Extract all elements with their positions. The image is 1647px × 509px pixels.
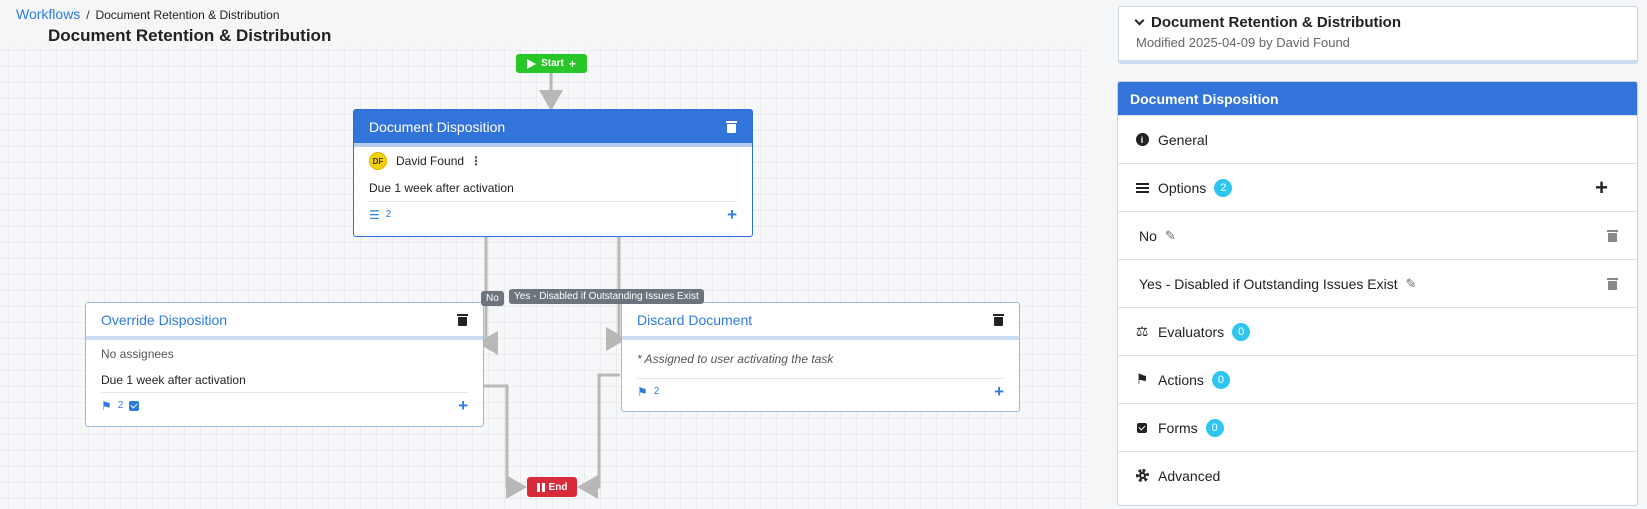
check-icon	[129, 400, 140, 411]
task-card-document-disposition[interactable]: Document Disposition DF David Found ⋮ Du…	[353, 109, 753, 237]
plus-icon[interactable]: +	[569, 57, 576, 71]
add-button[interactable]: +	[727, 206, 737, 223]
card-footer: ☰ 2 +	[369, 201, 737, 227]
forms-count-badge: 0	[1205, 418, 1224, 437]
section-advanced[interactable]: Advanced	[1118, 451, 1637, 499]
assignee-row: DF David Found ⋮	[369, 147, 737, 175]
card-title: Document Disposition	[369, 118, 506, 135]
option-label: Yes - Disabled if Outstanding Issues Exi…	[1139, 275, 1398, 292]
info-icon: i	[1135, 133, 1149, 146]
pause-icon	[536, 482, 545, 492]
evaluators-count-badge: 0	[1232, 322, 1251, 341]
pencil-icon[interactable]: ✎	[1406, 276, 1417, 292]
workflow-editor: Workflows / Document Retention & Distrib…	[0, 0, 1647, 509]
panel-title: Document Disposition	[1118, 82, 1637, 115]
task-properties-panel: Document Disposition i General Options 2…	[1117, 81, 1638, 506]
workflow-info-panel: Document Retention & Distribution Modifi…	[1118, 6, 1638, 64]
assignees-text: No assignees	[101, 347, 174, 361]
workflow-modified: Modified 2025-04-09 by David Found	[1136, 35, 1350, 50]
section-label: Options	[1158, 179, 1207, 196]
avatar: DF	[369, 152, 387, 170]
trash-icon[interactable]	[726, 120, 737, 133]
section-evaluators[interactable]: ⚖ Evaluators 0	[1118, 307, 1637, 355]
edge-label-yes[interactable]: Yes - Disabled if Outstanding Issues Exi…	[509, 289, 704, 304]
page-title: Document Retention & Distribution	[48, 26, 332, 45]
breadcrumb: Workflows / Document Retention & Distrib…	[16, 6, 280, 22]
add-button[interactable]: +	[458, 397, 468, 414]
section-options[interactable]: Options 2 +	[1118, 163, 1637, 211]
start-label: Start	[541, 58, 564, 69]
card-title: Discard Document	[637, 311, 753, 328]
trash-icon[interactable]	[993, 313, 1004, 326]
trash-icon[interactable]	[457, 313, 468, 326]
task-card-override-disposition[interactable]: Override Disposition No assignees Due 1 …	[85, 302, 484, 427]
section-label: Evaluators	[1158, 323, 1225, 340]
add-option-button[interactable]: +	[1595, 176, 1608, 199]
card-footer: ⚑ 2 +	[637, 378, 1004, 404]
flags-indicator[interactable]: ⚑ 2	[101, 398, 140, 413]
section-general[interactable]: i General	[1118, 115, 1637, 163]
due-text: Due 1 week after activation	[101, 373, 246, 387]
flag-icon: ⚑	[1135, 371, 1149, 387]
trash-icon[interactable]	[1607, 229, 1618, 242]
options-indicator[interactable]: ☰ 2	[369, 208, 391, 222]
breadcrumb-current: Document Retention & Distribution	[95, 8, 280, 22]
list-icon	[1135, 182, 1149, 193]
flag-icon: ⚑	[637, 384, 648, 399]
flag-icon: ⚑	[101, 398, 112, 413]
card-header: Document Disposition	[354, 110, 752, 147]
start-node[interactable]: Start +	[516, 54, 587, 73]
kebab-menu-icon[interactable]: ⋮	[470, 154, 482, 168]
check-icon	[1137, 422, 1147, 433]
chevron-down-icon[interactable]	[1134, 15, 1145, 26]
option-label: No	[1139, 227, 1157, 244]
section-label: Forms	[1158, 419, 1198, 436]
flags-indicator[interactable]: ⚑ 2	[637, 385, 659, 399]
section-label: Actions	[1158, 371, 1204, 388]
end-label: End	[548, 481, 568, 493]
due-text: Due 1 week after activation	[369, 181, 514, 195]
section-label: General	[1158, 131, 1208, 148]
section-forms[interactable]: Forms 0	[1118, 403, 1637, 451]
assignee-name: David Found	[396, 154, 465, 168]
list-icon: ☰	[369, 207, 380, 222]
flags-count: 2	[653, 386, 660, 397]
card-title: Override Disposition	[101, 311, 228, 328]
scale-icon: ⚖	[1135, 323, 1149, 339]
breadcrumb-workflows-link[interactable]: Workflows	[16, 6, 80, 22]
workflow-title: Document Retention & Distribution	[1151, 14, 1401, 31]
add-button[interactable]: +	[994, 383, 1004, 400]
trash-icon[interactable]	[1607, 277, 1618, 290]
card-header: Discard Document	[622, 303, 1019, 340]
end-node[interactable]: End	[527, 477, 577, 497]
edge-label-no[interactable]: No	[481, 291, 504, 306]
card-header: Override Disposition	[86, 303, 483, 340]
options-count-badge: 2	[1214, 178, 1233, 197]
task-card-discard-document[interactable]: Discard Document * Assigned to user acti…	[621, 302, 1020, 412]
option-item[interactable]: No ✎	[1118, 211, 1637, 259]
play-icon	[527, 58, 537, 69]
options-count: 2	[385, 209, 392, 220]
section-label: Advanced	[1158, 467, 1221, 484]
card-footer: ⚑ 2 +	[101, 392, 468, 418]
flags-count: 2	[117, 400, 124, 411]
assignees-text: * Assigned to user activating the task	[637, 352, 834, 366]
breadcrumb-separator: /	[86, 8, 90, 22]
pencil-icon[interactable]: ✎	[1165, 228, 1176, 244]
section-actions[interactable]: ⚑ Actions 0	[1118, 355, 1637, 403]
option-item[interactable]: Yes - Disabled if Outstanding Issues Exi…	[1118, 259, 1637, 307]
gear-icon	[1135, 469, 1149, 482]
actions-count-badge: 0	[1211, 370, 1230, 389]
